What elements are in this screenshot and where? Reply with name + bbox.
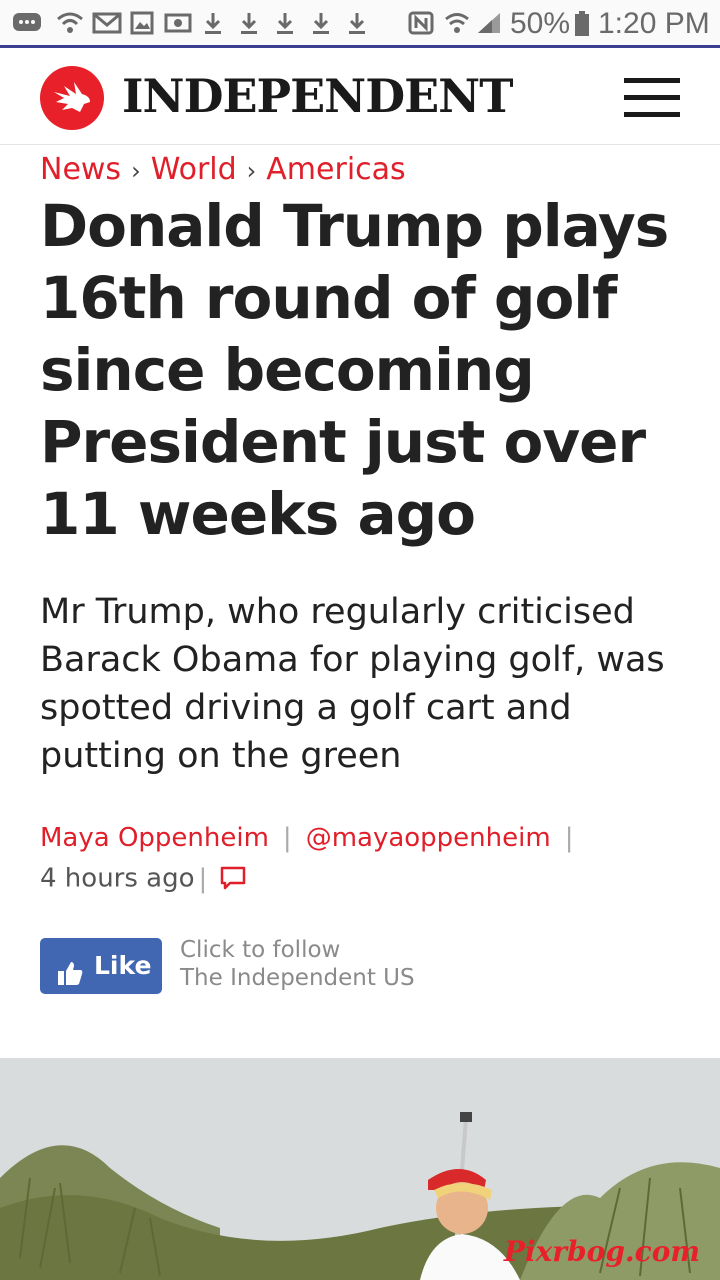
download-icon xyxy=(274,11,296,35)
battery-icon xyxy=(574,11,590,36)
gmail-icon xyxy=(92,11,122,35)
status-bar: 50% 1:20 PM xyxy=(0,0,720,48)
hero-image[interactable]: Pixrbog.com xyxy=(0,1058,720,1280)
publish-time: 4 hours ago xyxy=(40,863,195,894)
divider: | xyxy=(564,823,574,853)
follow-prompt[interactable]: Click to follow The Independent US xyxy=(180,936,415,992)
gallery-icon xyxy=(130,11,154,35)
brand-wordmark[interactable]: INDEPENDENT xyxy=(122,68,513,124)
breadcrumb-news[interactable]: News xyxy=(40,152,121,187)
battery-percent: 50% xyxy=(510,7,571,40)
author-link[interactable]: Maya Oppenheim xyxy=(40,823,269,853)
breadcrumb: News › World › Americas xyxy=(40,150,406,191)
article-headline: Donald Trump plays 16th round of golf si… xyxy=(40,192,669,548)
like-label: Like xyxy=(94,951,152,980)
article-standfirst: Mr Trump, who regularly criticised Barac… xyxy=(40,592,665,776)
photo-icon xyxy=(164,11,192,35)
hamburger-menu-icon[interactable] xyxy=(624,78,680,118)
messaging-icon xyxy=(12,11,42,35)
download-icon xyxy=(202,11,224,35)
nfc-icon xyxy=(408,11,434,35)
comment-icon[interactable] xyxy=(219,864,247,902)
divider: | xyxy=(282,823,292,853)
watermark: Pixrbog.com xyxy=(503,1235,700,1268)
signal-icon xyxy=(476,11,502,35)
wifi-icon xyxy=(444,11,470,35)
chevron-right-icon: › xyxy=(246,157,257,185)
breadcrumb-americas[interactable]: Americas xyxy=(266,152,405,187)
download-icon xyxy=(310,11,332,35)
byline: Maya Oppenheim | @mayaoppenheim | xyxy=(40,820,587,856)
wifi-call-icon xyxy=(56,11,84,35)
breadcrumb-world[interactable]: World xyxy=(151,152,237,187)
download-icon xyxy=(346,11,368,35)
chevron-right-icon: › xyxy=(131,157,141,185)
article-meta: 4 hours ago | xyxy=(40,856,247,902)
follow-line-2: The Independent US xyxy=(180,965,415,991)
thumbs-up-icon xyxy=(56,951,84,1007)
eagle-logo-icon[interactable] xyxy=(40,66,104,130)
download-icon xyxy=(238,11,260,35)
twitter-handle-link[interactable]: @mayaoppenheim xyxy=(306,823,551,853)
divider: | xyxy=(198,863,208,894)
facebook-like-button[interactable]: Like xyxy=(40,938,162,994)
clock: 1:20 PM xyxy=(598,7,710,40)
follow-line-1: Click to follow xyxy=(180,937,341,963)
site-header: INDEPENDENT xyxy=(0,48,720,145)
